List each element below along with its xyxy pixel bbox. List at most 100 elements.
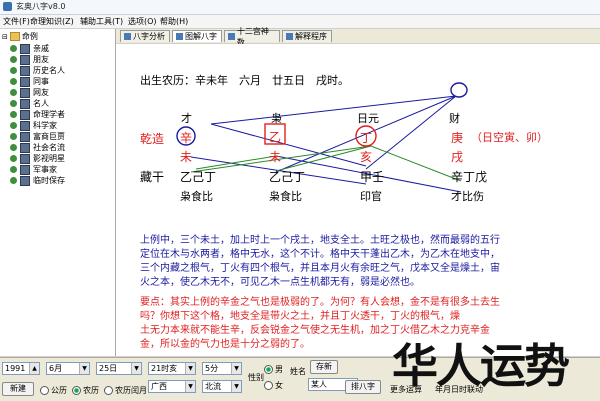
folder-icon bbox=[9, 32, 20, 41]
tree-item[interactable]: 网友 bbox=[10, 87, 49, 98]
marker-circle bbox=[450, 82, 468, 98]
god-label: 日元 bbox=[357, 112, 379, 125]
tab-icon bbox=[124, 33, 131, 40]
person-icon bbox=[20, 43, 30, 54]
save-new-button[interactable]: 存新 bbox=[310, 360, 338, 374]
tree-item-label: 同事 bbox=[33, 77, 49, 86]
hidden-stems: 辛丁戊 bbox=[451, 170, 488, 184]
person-icon bbox=[20, 142, 30, 153]
year-input[interactable]: 1991 ▲ bbox=[2, 362, 40, 375]
tree-item[interactable]: 社会名流 bbox=[10, 142, 65, 153]
tree-item[interactable]: 富商巨贾 bbox=[10, 131, 65, 142]
tree-item-label: 历史名人 bbox=[33, 66, 65, 75]
gender-female-radio[interactable]: 女 bbox=[264, 380, 283, 391]
expand-icon[interactable]: ⊟ bbox=[2, 33, 8, 41]
node-icon bbox=[10, 111, 17, 118]
radio-icon bbox=[72, 386, 81, 395]
calendar-lunar-radio[interactable]: 农历 bbox=[72, 385, 99, 396]
province-select[interactable]: 广西 ▼ bbox=[148, 380, 196, 393]
tree-item[interactable]: 亲戚 bbox=[10, 43, 49, 54]
node-icon bbox=[10, 45, 17, 52]
node-icon bbox=[10, 166, 17, 173]
tree-root[interactable]: ⊟ 命例 bbox=[2, 31, 38, 42]
god-label: 财 bbox=[449, 112, 460, 125]
heavenly-stem: 辛 bbox=[180, 131, 193, 145]
tree-item[interactable]: 影视明星 bbox=[10, 153, 65, 164]
month-select[interactable]: 6月 ▼ bbox=[46, 362, 90, 375]
tab-twelve-palaces[interactable]: 十二宫神数 bbox=[224, 27, 280, 47]
chevron-down-icon[interactable]: ▼ bbox=[185, 381, 195, 392]
tree-item[interactable]: 命理学者 bbox=[10, 109, 65, 120]
chevron-down-icon[interactable]: ▼ bbox=[79, 363, 89, 374]
person-icon bbox=[20, 87, 30, 98]
tree-item-label: 网友 bbox=[33, 88, 49, 97]
tree-item-label: 科学家 bbox=[33, 121, 57, 130]
tree-item-label: 社会名流 bbox=[33, 143, 65, 152]
menu-help[interactable]: 帮助(H) bbox=[160, 16, 188, 27]
node-icon bbox=[10, 100, 17, 107]
tab-bazi-analysis[interactable]: 八字分析 bbox=[120, 30, 170, 42]
paipan-button[interactable]: 排八字 bbox=[345, 380, 381, 394]
tab-strip: 八字分析 图解八字 十二宫神数 解释程序 bbox=[116, 27, 600, 47]
heavenly-stem: 丁 bbox=[360, 131, 373, 145]
tree-item[interactable]: 同事 bbox=[10, 76, 49, 87]
menu-file[interactable]: 文件(F) bbox=[3, 16, 30, 27]
person-icon bbox=[20, 109, 30, 120]
tree-item[interactable]: 历史名人 bbox=[10, 65, 65, 76]
gender-male-radio[interactable]: 男 bbox=[264, 364, 283, 375]
tree-item[interactable]: 朋友 bbox=[10, 54, 49, 65]
city-select[interactable]: 北流 ▼ bbox=[202, 380, 242, 393]
menu-knowledge[interactable]: 命理知识(Z) bbox=[30, 16, 74, 27]
tree-item-label: 军事家 bbox=[33, 165, 57, 174]
tree-item[interactable]: 临时保存 bbox=[10, 175, 65, 186]
tree-item[interactable]: 科学家 bbox=[10, 120, 57, 131]
new-button[interactable]: 新建 bbox=[2, 382, 34, 396]
tree-item[interactable]: 军事家 bbox=[10, 164, 57, 175]
person-icon bbox=[20, 153, 30, 164]
name-label: 姓名 bbox=[290, 367, 306, 376]
person-icon bbox=[20, 65, 30, 76]
calendar-leap-radio[interactable]: 农历闰月 bbox=[104, 385, 147, 396]
node-icon bbox=[10, 155, 17, 162]
person-icon bbox=[20, 131, 30, 142]
node-icon bbox=[10, 122, 17, 129]
tab-explain[interactable]: 解释程序 bbox=[282, 30, 332, 42]
relation-line bbox=[370, 145, 462, 182]
canggan-label: 藏干 bbox=[140, 170, 165, 184]
kong-note: （日空寅、卯） bbox=[471, 131, 548, 144]
day-select[interactable]: 25日 ▼ bbox=[96, 362, 142, 375]
heavenly-stem: 庚 bbox=[451, 131, 464, 145]
menu-options[interactable]: 选项(O) bbox=[128, 16, 157, 27]
hidden-gods: 枭食比 bbox=[269, 190, 302, 203]
tab-icon bbox=[286, 33, 293, 40]
hidden-gods: 印官 bbox=[360, 190, 382, 203]
chevron-down-icon[interactable]: ▼ bbox=[231, 381, 241, 392]
hour-select[interactable]: 21时亥 ▼ bbox=[148, 362, 196, 375]
person-icon bbox=[20, 175, 30, 186]
person-icon bbox=[20, 54, 30, 65]
radio-icon bbox=[40, 386, 49, 395]
chevron-down-icon[interactable]: ▼ bbox=[131, 363, 141, 374]
hidden-gods: 才比伤 bbox=[451, 190, 484, 203]
tree-item-label: 富商巨贾 bbox=[33, 132, 65, 141]
app-icon bbox=[3, 2, 12, 11]
tab-bazi-diagram[interactable]: 图解八字 bbox=[172, 30, 222, 42]
menu-tools[interactable]: 辅助工具(T) bbox=[80, 16, 123, 27]
tab-icon bbox=[228, 33, 235, 40]
earthly-branch: 戌 bbox=[451, 150, 464, 164]
tree-root-label: 命例 bbox=[21, 32, 38, 41]
chevron-down-icon[interactable]: ▼ bbox=[231, 363, 241, 374]
chevron-down-icon[interactable]: ▼ bbox=[185, 363, 195, 374]
calendar-solar-radio[interactable]: 公历 bbox=[40, 385, 67, 396]
earthly-branch: 未 bbox=[269, 150, 282, 164]
minute-select[interactable]: 5分 ▼ bbox=[202, 362, 242, 375]
gender-label: 性别 bbox=[248, 373, 264, 382]
relation-line bbox=[210, 95, 457, 125]
node-icon bbox=[10, 177, 17, 184]
spin-icon[interactable]: ▲ bbox=[29, 363, 39, 374]
node-icon bbox=[10, 89, 17, 96]
tree-item[interactable]: 名人 bbox=[10, 98, 49, 109]
person-icon bbox=[20, 164, 30, 175]
title-bar: 玄奥八字v8.0 bbox=[0, 0, 600, 15]
person-icon bbox=[20, 98, 30, 109]
